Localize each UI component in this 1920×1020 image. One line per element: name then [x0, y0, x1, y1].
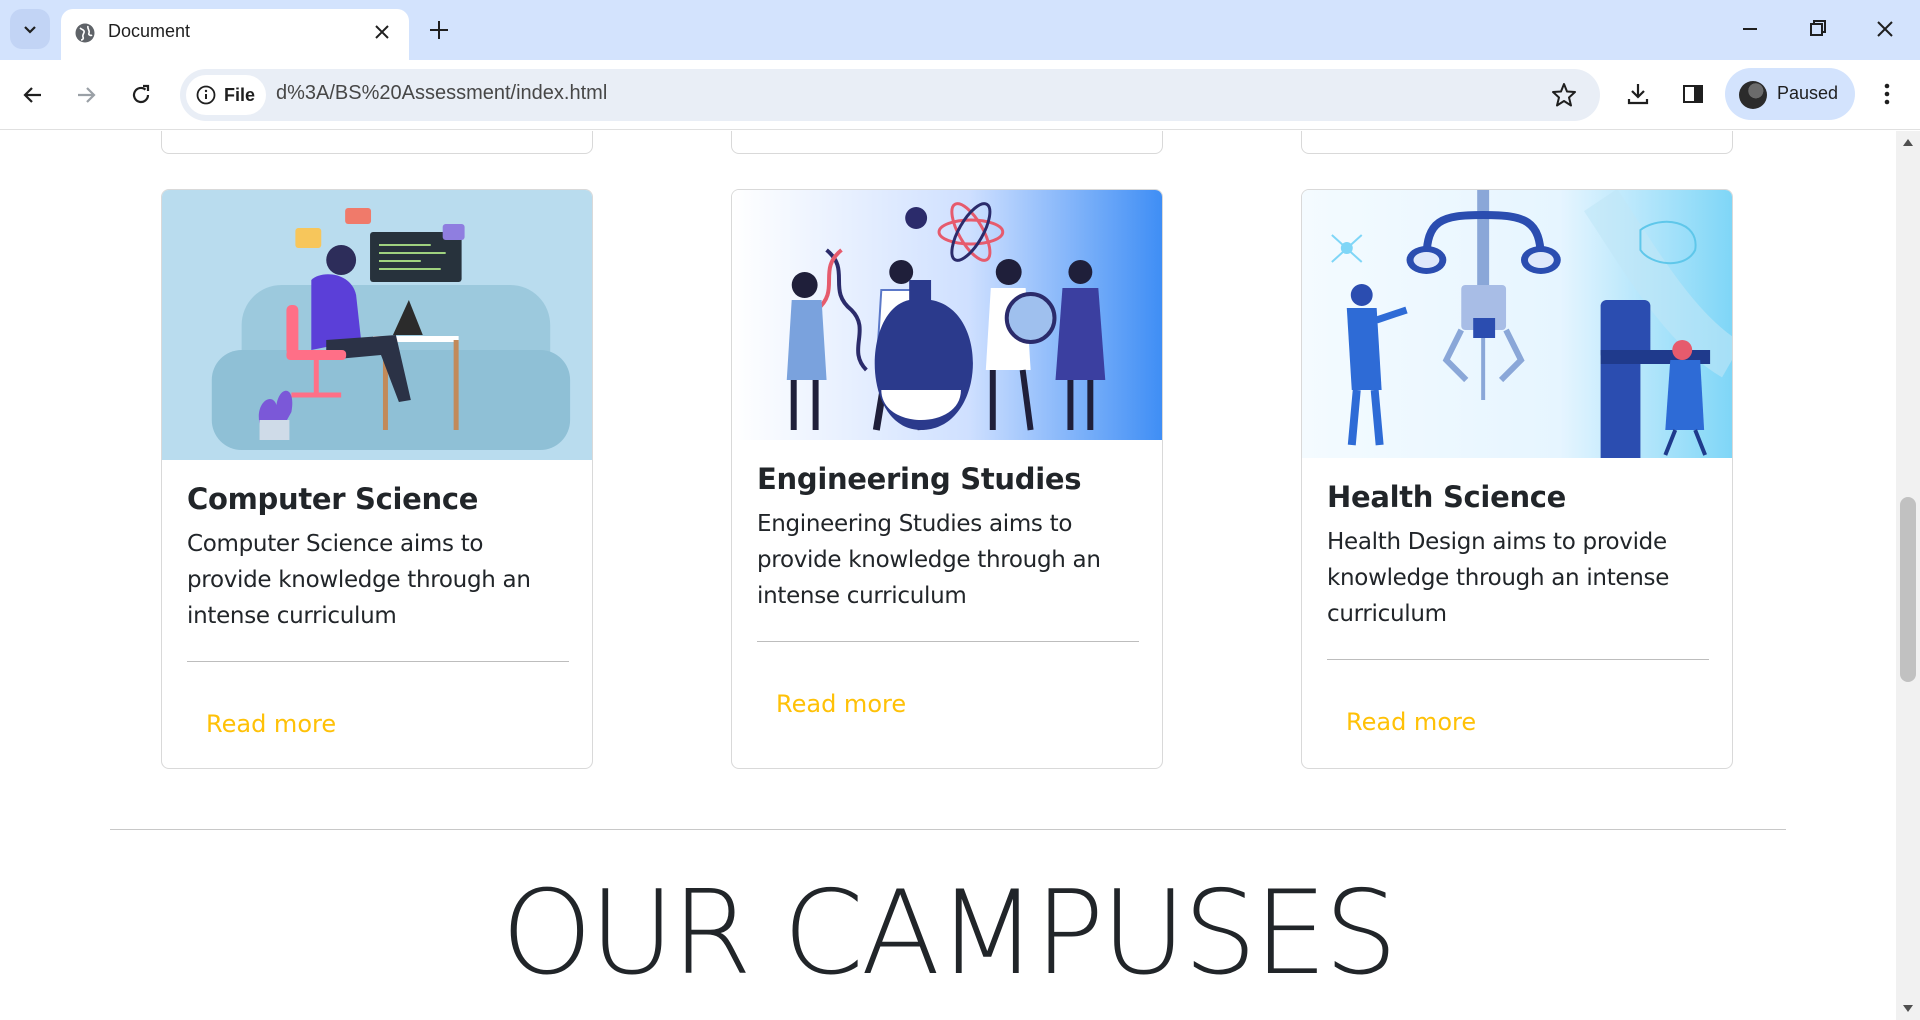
read-more-link[interactable]: Read more	[1346, 708, 1476, 736]
side-panel-button[interactable]	[1676, 77, 1710, 111]
arrow-left-icon	[23, 87, 41, 103]
url-text[interactable]: d%3A/BS%20Assessment/index.html	[276, 82, 607, 105]
scientists-illustration-icon	[732, 190, 1162, 440]
scroll-up-arrow-icon[interactable]	[1903, 139, 1913, 146]
bookmark-star-icon[interactable]	[1550, 81, 1578, 109]
avatar	[1739, 81, 1767, 109]
address-bar[interactable]: File d%3A/BS%20Assessment/index.html	[180, 69, 1600, 121]
reload-icon	[132, 84, 150, 104]
reload-button[interactable]	[124, 78, 158, 112]
card-stub	[1301, 131, 1733, 154]
chevron-down-icon	[24, 26, 36, 34]
new-tab-icon[interactable]	[426, 17, 452, 43]
section-divider	[110, 829, 1786, 830]
robotic-surgery-illustration-icon	[1302, 190, 1732, 458]
arrow-right-icon	[78, 87, 96, 103]
card-title: Computer Science	[187, 482, 479, 516]
more-menu-icon[interactable]	[1870, 77, 1904, 111]
browser-toolbar: File d%3A/BS%20Assessment/index.html Pau…	[0, 60, 1920, 130]
card-title: Health Science	[1327, 480, 1567, 514]
globe-icon	[75, 23, 95, 43]
back-button[interactable]	[16, 78, 50, 112]
scroll-down-arrow-icon[interactable]	[1903, 1005, 1913, 1012]
read-more-link[interactable]: Read more	[776, 690, 906, 718]
tab-title: Document	[108, 21, 191, 41]
profile-button[interactable]: Paused	[1725, 68, 1855, 120]
tab-search-button[interactable]	[10, 9, 50, 49]
scrollbar-thumb[interactable]	[1900, 497, 1916, 682]
course-card-computer-science: Computer Science Computer Science aims t…	[161, 189, 593, 769]
vertical-scrollbar[interactable]	[1896, 131, 1920, 1020]
side-panel-icon	[1683, 85, 1703, 103]
card-stub	[161, 131, 593, 154]
card-divider	[187, 661, 569, 662]
forward-button[interactable]	[69, 78, 103, 112]
card-description: Engineering Studies aims to provide know…	[757, 511, 1101, 609]
minimize-icon[interactable]	[1735, 14, 1765, 44]
browser-tab[interactable]: Document	[61, 9, 409, 60]
tab-strip: Document	[0, 0, 1920, 60]
card-description: Health Design aims to provide knowledge …	[1327, 529, 1670, 627]
course-card-health-science: Health Science Health Design aims to pro…	[1301, 189, 1733, 769]
site-chip-label: File	[224, 84, 256, 105]
close-window-icon[interactable]	[1870, 14, 1900, 44]
profile-status: Paused	[1777, 83, 1839, 103]
read-more-link[interactable]: Read more	[206, 710, 336, 738]
download-icon	[1627, 84, 1649, 105]
course-card-engineering-studies: Engineering Studies Engineering Studies …	[731, 189, 1163, 769]
close-icon[interactable]	[371, 21, 393, 43]
section-title: OUR CAMPUSES	[501, 866, 1398, 1001]
page-viewport: Computer Science Computer Science aims t…	[0, 131, 1920, 1020]
programmer-illustration-icon	[162, 190, 592, 460]
card-divider	[1327, 659, 1709, 660]
downloads-button[interactable]	[1621, 77, 1655, 111]
card-divider	[757, 641, 1139, 642]
restore-icon[interactable]	[1803, 14, 1833, 44]
info-icon	[196, 85, 216, 105]
card-stub	[731, 131, 1163, 154]
card-description: Computer Science aims to provide knowled…	[187, 531, 531, 629]
card-title: Engineering Studies	[757, 462, 1082, 496]
site-info-chip[interactable]: File	[186, 75, 266, 115]
